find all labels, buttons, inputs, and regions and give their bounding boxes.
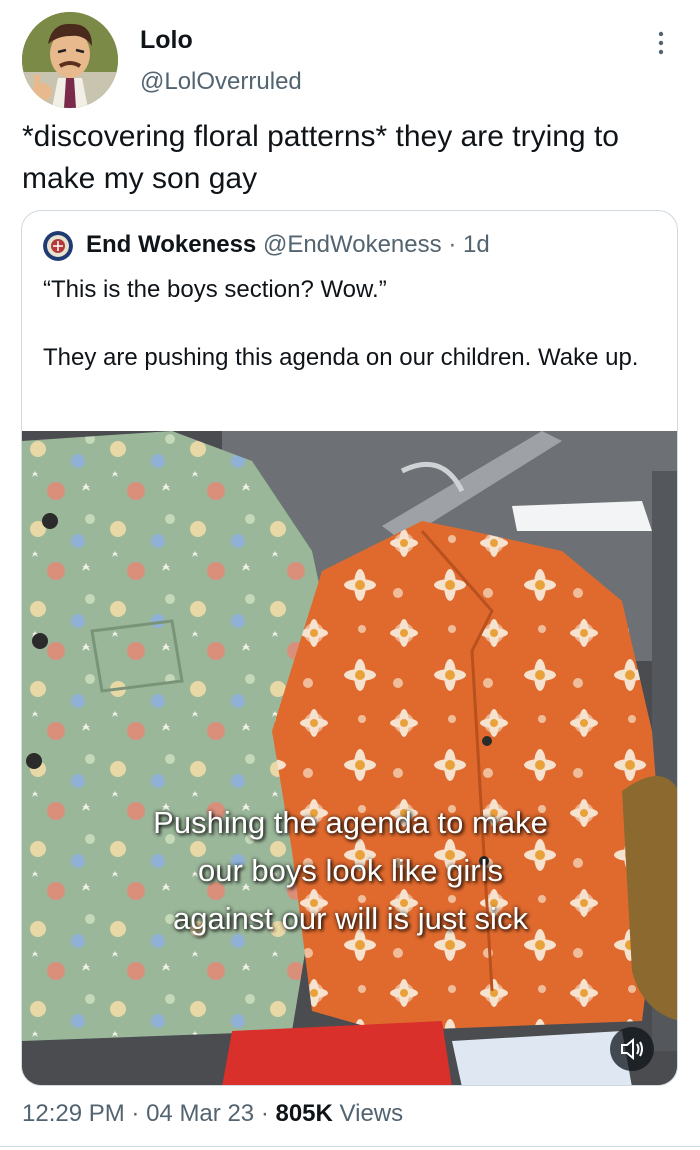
tweet-time[interactable]: 12:29 PM — [22, 1100, 125, 1127]
seal-avatar-icon — [43, 231, 73, 261]
mute-toggle-button[interactable] — [610, 1027, 654, 1071]
meta-separator: · — [131, 1100, 140, 1127]
views-count: 805K — [275, 1100, 333, 1127]
author-display-name[interactable]: Lolo — [140, 26, 193, 55]
tweet-date[interactable]: 04 Mar 23 — [146, 1100, 254, 1127]
quoted-author-avatar[interactable] — [43, 231, 73, 261]
quoted-tweet-time[interactable]: 1d — [463, 231, 490, 258]
quoted-tweet-card[interactable]: End Wokeness @EndWokeness · 1d “This is … — [21, 210, 678, 1086]
more-options-icon[interactable] — [655, 30, 667, 56]
cartoon-lawyer-avatar-icon — [22, 12, 118, 108]
divider — [0, 1146, 700, 1147]
author-avatar[interactable] — [22, 12, 118, 108]
header-separator: · — [448, 231, 457, 258]
quoted-tweet-header: End Wokeness @EndWokeness · 1d — [86, 231, 490, 259]
quoted-tweet-video[interactable]: Pushing the agenda to make our boys look… — [22, 431, 677, 1085]
views-label: Views — [339, 1100, 404, 1127]
tweet-metadata: 12:29 PM · 04 Mar 23 · 805K Views — [22, 1100, 403, 1128]
caption-line: against our will is just sick — [173, 901, 528, 936]
video-caption: Pushing the agenda to make our boys look… — [22, 799, 677, 943]
caption-line: our boys look like girls — [198, 853, 503, 888]
video-frame-shirts — [22, 431, 677, 1085]
caption-line: Pushing the agenda to make — [153, 805, 548, 840]
quoted-author-handle[interactable]: @EndWokeness — [263, 231, 442, 258]
quoted-author-name[interactable]: End Wokeness — [86, 231, 256, 258]
quoted-tweet-text: “This is the boys section? Wow.” They ar… — [43, 276, 639, 371]
author-handle[interactable]: @LolOverruled — [140, 68, 302, 96]
speaker-muted-icon — [621, 1037, 643, 1061]
meta-separator: · — [260, 1100, 269, 1127]
tweet-text: *discovering floral patterns* they are t… — [22, 120, 619, 195]
